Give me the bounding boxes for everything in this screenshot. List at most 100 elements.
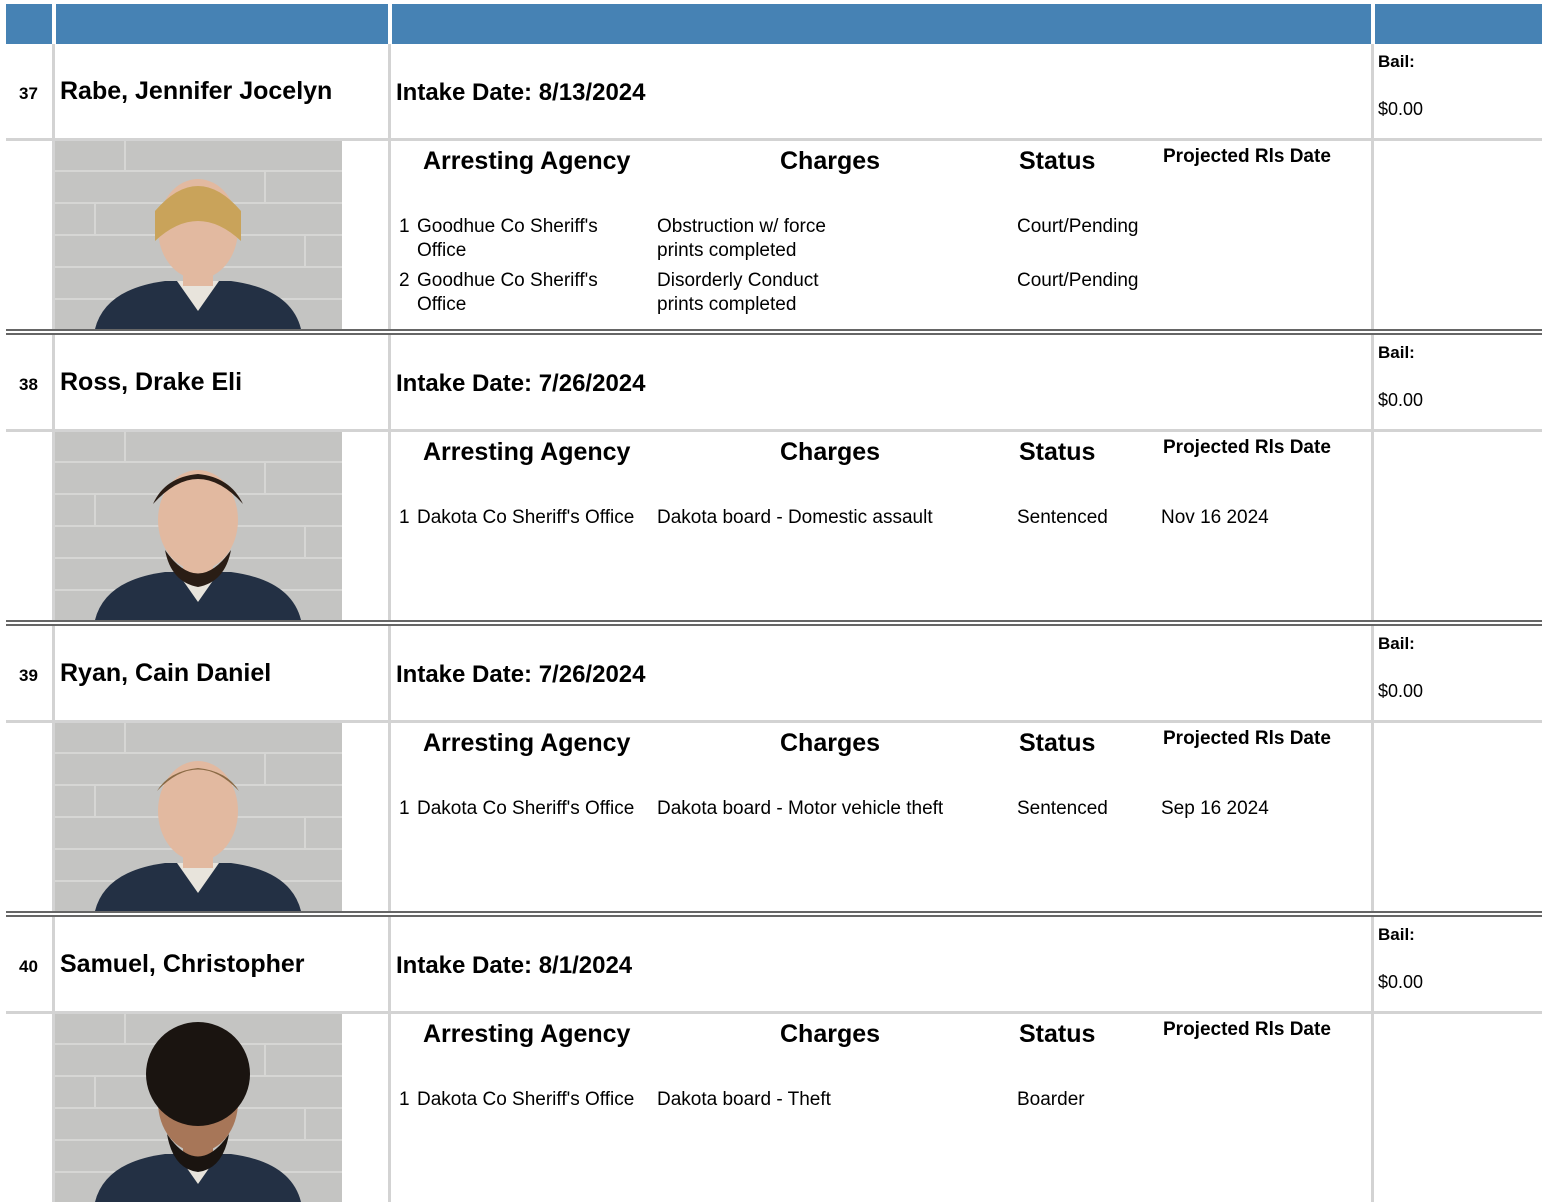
charge-status: Sentenced — [1017, 798, 1108, 819]
agency-heading: Arresting Agency — [423, 438, 631, 466]
record-summary-row: 40 Samuel, Christopher Intake Date: 8/1/… — [6, 917, 1542, 1014]
intake-date: Intake Date: 8/13/2024 — [396, 79, 646, 106]
intake-date: Intake Date: 7/26/2024 — [396, 661, 646, 688]
record-detail-row: Arresting Agency Charges Status Projecte… — [6, 141, 1542, 329]
record-bail-cell: Bail: $0.00 — [1374, 44, 1542, 138]
detail-spacer-cell — [6, 141, 55, 329]
record-number: 37 — [19, 84, 38, 103]
detail-bail-spacer — [1374, 141, 1542, 329]
charge-note: prints completed — [657, 240, 797, 261]
release-heading: Projected Rls Date — [1163, 146, 1331, 167]
status-heading: Status — [1019, 1020, 1096, 1048]
record-number: 39 — [19, 666, 38, 685]
record-name-cell: Ryan, Cain Daniel — [55, 626, 391, 720]
inmate-record: 39 Ryan, Cain Daniel Intake Date: 7/26/2… — [6, 620, 1542, 911]
intake-date: Intake Date: 7/26/2024 — [396, 370, 646, 397]
charges-cell: Arresting Agency Charges Status Projecte… — [391, 432, 1374, 620]
bail-label: Bail: — [1378, 52, 1415, 71]
agency-heading: Arresting Agency — [423, 729, 631, 757]
charges-heading: Charges — [780, 438, 881, 466]
charge-release-date: Nov 16 2024 — [1161, 507, 1269, 528]
header-cell-bail — [1375, 4, 1542, 44]
inmate-record: 38 Ross, Drake Eli Intake Date: 7/26/202… — [6, 329, 1542, 620]
inmate-name: Ross, Drake Eli — [60, 368, 243, 396]
bail-value: $0.00 — [1378, 681, 1424, 701]
inmate-name: Ryan, Cain Daniel — [60, 659, 272, 687]
charge-title: Disorderly Conduct — [657, 270, 819, 291]
inmate-photo — [55, 1014, 342, 1202]
charge-description: Obstruction w/ force prints completed — [657, 215, 997, 263]
record-intake-cell: Intake Date: 8/13/2024 — [391, 44, 1374, 138]
charge-title: Dakota board - Motor vehicle theft — [657, 798, 944, 819]
inmate-photo — [55, 141, 342, 329]
bail-value: $0.00 — [1378, 972, 1424, 992]
agency-heading: Arresting Agency — [423, 147, 631, 175]
charge-status: Court/Pending — [1017, 216, 1139, 237]
inmate-photo — [55, 432, 342, 620]
photo-cell — [55, 141, 391, 329]
header-cell-details — [392, 4, 1371, 44]
detail-spacer-cell — [6, 432, 55, 620]
status-heading: Status — [1019, 438, 1096, 466]
charge-number: 1 — [399, 1089, 410, 1110]
charge-status: Sentenced — [1017, 507, 1108, 528]
charges-cell: Arresting Agency Charges Status Projecte… — [391, 723, 1374, 911]
record-intake-cell: Intake Date: 8/1/2024 — [391, 917, 1374, 1011]
charge-number: 1 — [399, 507, 410, 528]
charge-number: 2 — [399, 270, 410, 291]
bail-label: Bail: — [1378, 634, 1415, 653]
detail-spacer-cell — [6, 1014, 55, 1202]
record-detail-row: Arresting Agency Charges Status Projecte… — [6, 723, 1542, 911]
charge-agency: Dakota Co Sheriff's Office — [417, 507, 635, 528]
charge-description: Dakota board - Motor vehicle theft — [657, 797, 997, 821]
inmate-records: 37 Rabe, Jennifer Jocelyn Intake Date: 8… — [6, 44, 1542, 1202]
inmate-roster: 37 Rabe, Jennifer Jocelyn Intake Date: 8… — [6, 4, 1542, 1202]
header-cell-name — [56, 4, 388, 44]
charge-note: prints completed — [657, 294, 797, 315]
record-number-cell: 38 — [6, 335, 55, 429]
charge-number: 1 — [399, 798, 410, 819]
record-number-cell: 40 — [6, 917, 55, 1011]
charge-agency: Goodhue Co Sheriff's Office — [417, 270, 598, 315]
charges-heading: Charges — [780, 729, 881, 757]
agency-heading: Arresting Agency — [423, 1020, 631, 1048]
release-heading: Projected Rls Date — [1163, 1019, 1331, 1040]
table-header-bar — [6, 4, 1542, 44]
bail-value: $0.00 — [1378, 390, 1424, 410]
inmate-record: 40 Samuel, Christopher Intake Date: 8/1/… — [6, 911, 1542, 1202]
bail-label: Bail: — [1378, 343, 1415, 362]
record-name-cell: Ross, Drake Eli — [55, 335, 391, 429]
record-number: 40 — [19, 957, 38, 976]
photo-cell — [55, 723, 391, 911]
charges-heading: Charges — [780, 1020, 881, 1048]
record-detail-row: Arresting Agency Charges Status Projecte… — [6, 1014, 1542, 1202]
charges-heading: Charges — [780, 147, 881, 175]
record-detail-row: Arresting Agency Charges Status Projecte… — [6, 432, 1542, 620]
charge-title: Obstruction w/ force — [657, 216, 826, 237]
record-number-cell: 37 — [6, 44, 55, 138]
record-name-cell: Samuel, Christopher — [55, 917, 391, 1011]
charge-agency: Dakota Co Sheriff's Office — [417, 1089, 635, 1110]
detail-bail-spacer — [1374, 723, 1542, 911]
inmate-name: Samuel, Christopher — [60, 950, 305, 978]
photo-cell — [55, 1014, 391, 1202]
record-intake-cell: Intake Date: 7/26/2024 — [391, 335, 1374, 429]
charge-number: 1 — [399, 216, 410, 237]
charge-release-date: Sep 16 2024 — [1161, 798, 1269, 819]
charge-description: Dakota board - Theft — [657, 1088, 997, 1112]
charge-title: Dakota board - Theft — [657, 1089, 831, 1110]
status-heading: Status — [1019, 729, 1096, 757]
release-heading: Projected Rls Date — [1163, 728, 1331, 749]
inmate-name: Rabe, Jennifer Jocelyn — [60, 77, 333, 105]
record-summary-row: 38 Ross, Drake Eli Intake Date: 7/26/202… — [6, 335, 1542, 432]
header-cell-number — [6, 4, 52, 44]
bail-value: $0.00 — [1378, 99, 1424, 119]
record-intake-cell: Intake Date: 7/26/2024 — [391, 626, 1374, 720]
record-number-cell: 39 — [6, 626, 55, 720]
charge-agency: Dakota Co Sheriff's Office — [417, 798, 635, 819]
charge-status: Court/Pending — [1017, 270, 1139, 291]
record-number: 38 — [19, 375, 38, 394]
record-bail-cell: Bail: $0.00 — [1374, 626, 1542, 720]
release-heading: Projected Rls Date — [1163, 437, 1331, 458]
bail-label: Bail: — [1378, 925, 1415, 944]
